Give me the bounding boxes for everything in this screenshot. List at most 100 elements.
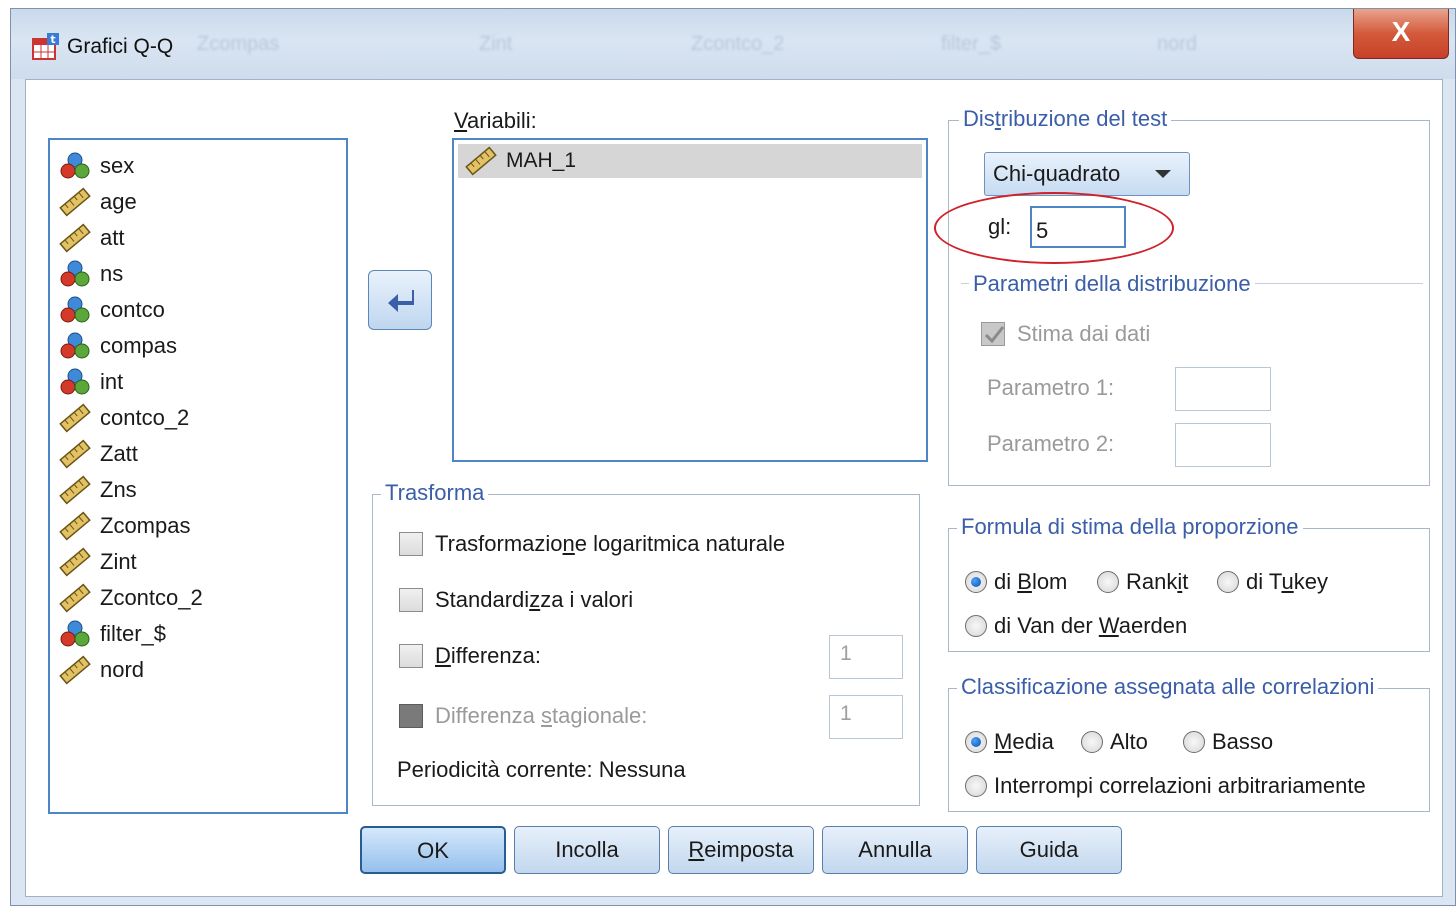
background-title-5: nord bbox=[1157, 33, 1198, 55]
nominal-icon bbox=[58, 295, 100, 325]
high-label: Alto bbox=[1110, 729, 1148, 754]
variable-list-item[interactable]: filter_$ bbox=[50, 616, 346, 652]
radio-unselected[interactable] bbox=[1081, 731, 1103, 753]
difference-input[interactable]: 1 bbox=[829, 635, 903, 679]
high-radio[interactable]: Alto bbox=[1081, 729, 1148, 755]
variable-list-item[interactable]: ns bbox=[50, 256, 346, 292]
tukey-radio[interactable]: di Tukey bbox=[1217, 569, 1328, 595]
source-variable-list[interactable]: sex age att ns contco compas int contco_2 Zatt Zn… bbox=[48, 138, 348, 814]
arrow-left-icon bbox=[388, 290, 414, 312]
blom-label: di Blom bbox=[994, 569, 1068, 594]
variable-name: Zatt bbox=[100, 441, 138, 466]
variable-list-item[interactable]: contco_2 bbox=[50, 400, 346, 436]
cancel-button[interactable]: Annulla bbox=[822, 826, 968, 874]
variable-list-item[interactable]: contco bbox=[50, 292, 346, 328]
test-distribution-title: Distribuzione del test bbox=[959, 106, 1172, 132]
proportion-formula-title: Formula di stima della proporzione bbox=[957, 514, 1303, 540]
nominal-icon bbox=[58, 367, 100, 397]
low-label: Basso bbox=[1212, 729, 1274, 754]
variable-name: Zns bbox=[100, 477, 137, 502]
van-der-waerden-label: di Van der Waerden bbox=[994, 613, 1188, 638]
window-title: Grafici Q-Q bbox=[67, 35, 174, 58]
break-ties-label: Interrompi correlazioni arbitrariamente bbox=[994, 773, 1366, 798]
estimate-from-data-label: Stima dai dati bbox=[1017, 321, 1151, 346]
radio-unselected[interactable] bbox=[1183, 731, 1205, 753]
low-radio[interactable]: Basso bbox=[1183, 729, 1273, 755]
param2-input bbox=[1175, 423, 1271, 467]
variable-name: filter_$ bbox=[100, 621, 167, 646]
checkbox-box[interactable] bbox=[399, 532, 423, 556]
background-title-4: filter_$ bbox=[941, 33, 1002, 55]
nominal-icon bbox=[58, 259, 100, 289]
current-periodicity: Periodicità corrente: Nessuna bbox=[397, 757, 686, 782]
chevron-down-icon bbox=[1155, 170, 1171, 178]
variable-list-item[interactable]: int bbox=[50, 364, 346, 400]
seasonal-difference-label: Differenza stagionale: bbox=[435, 703, 648, 728]
distribution-selected-value: Chi-quadrato bbox=[993, 161, 1121, 186]
qq-plots-dialog: Zcompas Zint Zcontco_2 filter_$ nord t G… bbox=[10, 8, 1456, 906]
radio-selected[interactable] bbox=[965, 571, 987, 593]
proportion-formula-group: Formula di stima della proporzione di Bl… bbox=[948, 514, 1430, 652]
nominal-icon bbox=[58, 151, 100, 181]
seasonal-difference-input: 1 bbox=[829, 695, 903, 739]
variable-name: sex bbox=[100, 153, 135, 178]
standardize-checkbox[interactable]: Standardizza i valori bbox=[399, 587, 633, 613]
radio-selected[interactable] bbox=[965, 731, 987, 753]
variable-list-item[interactable]: sex bbox=[50, 148, 346, 184]
checkbox-box-disabled bbox=[399, 704, 423, 728]
variable-name: compas bbox=[100, 333, 178, 358]
difference-checkbox[interactable]: Differenza: bbox=[399, 643, 541, 669]
variable-list-item[interactable]: compas bbox=[50, 328, 346, 364]
checkmark-icon bbox=[984, 326, 1005, 344]
radio-unselected[interactable] bbox=[1217, 571, 1239, 593]
variable-list-item[interactable]: Zint bbox=[50, 544, 346, 580]
blom-radio[interactable]: di Blom bbox=[965, 569, 1067, 595]
variable-name: Zcontco_2 bbox=[100, 585, 203, 610]
variables-label: Variabili: bbox=[454, 108, 537, 133]
scale-icon bbox=[58, 187, 100, 217]
transform-group: Trasforma Trasformazione logaritmica nat… bbox=[372, 480, 920, 806]
variable-list-item[interactable]: Zcompas bbox=[50, 508, 346, 544]
difference-label: Differenza: bbox=[435, 643, 541, 668]
scale-icon bbox=[58, 547, 100, 577]
radio-unselected[interactable] bbox=[1097, 571, 1119, 593]
nominal-icon bbox=[58, 619, 100, 649]
log-transform-label: Trasformazione logaritmica naturale bbox=[435, 531, 786, 556]
param1-input bbox=[1175, 367, 1271, 411]
target-variable-item[interactable]: MAH_1 bbox=[458, 144, 922, 178]
scale-icon bbox=[58, 475, 100, 505]
variable-list-item[interactable]: Zatt bbox=[50, 436, 346, 472]
radio-unselected[interactable] bbox=[965, 615, 987, 637]
variable-list-item[interactable]: Zns bbox=[50, 472, 346, 508]
scale-icon bbox=[58, 439, 100, 469]
variable-list-item[interactable]: nord bbox=[50, 652, 346, 688]
close-button[interactable]: X bbox=[1353, 9, 1449, 59]
param1-label: Parametro 1: bbox=[987, 375, 1115, 400]
log-transform-checkbox[interactable]: Trasformazione logaritmica naturale bbox=[399, 531, 785, 557]
radio-unselected[interactable] bbox=[965, 775, 987, 797]
seasonal-difference-checkbox: Differenza stagionale: bbox=[399, 703, 647, 729]
rankit-radio[interactable]: Rankit bbox=[1097, 569, 1188, 595]
ok-button[interactable]: OK bbox=[360, 826, 506, 874]
transform-title: Trasforma bbox=[381, 480, 489, 506]
variable-list-item[interactable]: att bbox=[50, 220, 346, 256]
mean-radio[interactable]: Media bbox=[965, 729, 1054, 755]
distribution-select[interactable]: Chi-quadrato bbox=[984, 152, 1190, 196]
van-der-waerden-radio[interactable]: di Van der Waerden bbox=[965, 613, 1187, 639]
dialog-body: sex age att ns contco compas int contco_2 Zatt Zn… bbox=[25, 79, 1443, 897]
variable-name: ns bbox=[100, 261, 124, 286]
variable-list-item[interactable]: Zcontco_2 bbox=[50, 580, 346, 616]
checkbox-box[interactable] bbox=[399, 644, 423, 668]
help-button[interactable]: Guida bbox=[976, 826, 1122, 874]
param2-label: Parametro 2: bbox=[987, 431, 1115, 456]
svg-text:t: t bbox=[50, 33, 55, 46]
variable-name: Zcompas bbox=[100, 513, 191, 538]
title-bar[interactable]: Zcompas Zint Zcontco_2 filter_$ nord t G… bbox=[11, 9, 1455, 79]
move-variable-button[interactable] bbox=[368, 270, 432, 330]
variable-list-item[interactable]: age bbox=[50, 184, 346, 220]
reset-button[interactable]: Reimposta bbox=[668, 826, 814, 874]
target-variable-list[interactable]: MAH_1 bbox=[452, 138, 928, 462]
break-ties-radio[interactable]: Interrompi correlazioni arbitrariamente bbox=[965, 773, 1366, 799]
checkbox-box[interactable] bbox=[399, 588, 423, 612]
paste-button[interactable]: Incolla bbox=[514, 826, 660, 874]
